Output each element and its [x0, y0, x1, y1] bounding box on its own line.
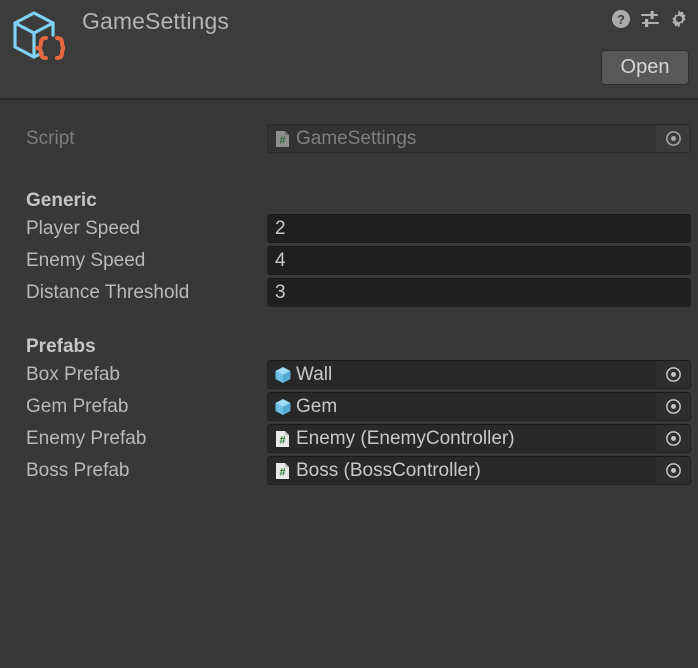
object-picker-icon[interactable] [656, 393, 690, 420]
distance-threshold-input[interactable]: 3 [267, 278, 691, 307]
object-picker-icon[interactable] [656, 425, 690, 452]
box-prefab-value: Wall [296, 363, 333, 385]
box-prefab-field[interactable]: Wall [267, 360, 691, 389]
script-value: GameSettings [296, 127, 417, 149]
player-speed-input[interactable]: 2 [267, 214, 691, 243]
open-button[interactable]: Open [601, 50, 689, 85]
prefab-cube-icon [273, 397, 293, 417]
row-boss-prefab: Boss Prefab # Boss (BossController) [0, 456, 698, 485]
gem-prefab-value: Gem [296, 395, 338, 417]
svg-text:?: ? [617, 12, 625, 27]
csharp-script-icon: # [273, 429, 293, 449]
svg-text:#: # [279, 466, 285, 478]
section-header-generic: Generic [26, 190, 97, 211]
enemy-speed-input[interactable]: 4 [267, 246, 691, 275]
enemy-prefab-label: Enemy Prefab [26, 427, 147, 449]
row-box-prefab: Box Prefab Wall [0, 360, 698, 389]
script-row: Script # GameSettings [0, 124, 698, 153]
svg-text:#: # [279, 434, 285, 446]
csharp-script-icon: # [273, 461, 293, 481]
prefab-cube-icon [273, 365, 293, 385]
header-toolbar: ? [610, 8, 690, 30]
gem-prefab-field[interactable]: Gem [267, 392, 691, 421]
box-prefab-label: Box Prefab [26, 363, 120, 385]
boss-prefab-value: Boss (BossController) [296, 459, 481, 481]
player-speed-label: Player Speed [26, 217, 141, 239]
preset-icon[interactable] [639, 8, 661, 30]
distance-threshold-label: Distance Threshold [26, 281, 190, 303]
csharp-script-icon: # [273, 129, 293, 149]
scriptable-object-icon [9, 8, 68, 64]
boss-prefab-label: Boss Prefab [26, 459, 130, 481]
help-icon[interactable]: ? [610, 8, 632, 30]
row-gem-prefab: Gem Prefab Gem [0, 392, 698, 421]
svg-text:#: # [279, 134, 285, 146]
enemy-prefab-field[interactable]: # Enemy (EnemyController) [267, 424, 691, 453]
row-enemy-speed: Enemy Speed 4 [0, 246, 698, 275]
enemy-speed-label: Enemy Speed [26, 249, 146, 271]
row-player-speed: Player Speed 2 [0, 214, 698, 243]
boss-prefab-field[interactable]: # Boss (BossController) [267, 456, 691, 485]
row-distance-threshold: Distance Threshold 3 [0, 278, 698, 307]
gear-icon[interactable] [668, 8, 690, 30]
page-title: GameSettings [82, 8, 229, 34]
object-picker-icon [656, 125, 690, 152]
script-field: # GameSettings [267, 124, 691, 153]
enemy-prefab-value: Enemy (EnemyController) [296, 427, 515, 449]
row-enemy-prefab: Enemy Prefab # Enemy (EnemyController) [0, 424, 698, 453]
inspector-body: Script # GameSettings Generic Player Spe… [0, 100, 698, 485]
inspector-header: GameSettings ? Open [0, 0, 698, 100]
object-picker-icon[interactable] [656, 361, 690, 388]
object-picker-icon[interactable] [656, 457, 690, 484]
script-label: Script [26, 127, 75, 149]
section-header-prefabs: Prefabs [26, 336, 96, 357]
gem-prefab-label: Gem Prefab [26, 395, 129, 417]
inspector-panel: GameSettings ? Open Script # GameSetting… [0, 0, 698, 668]
